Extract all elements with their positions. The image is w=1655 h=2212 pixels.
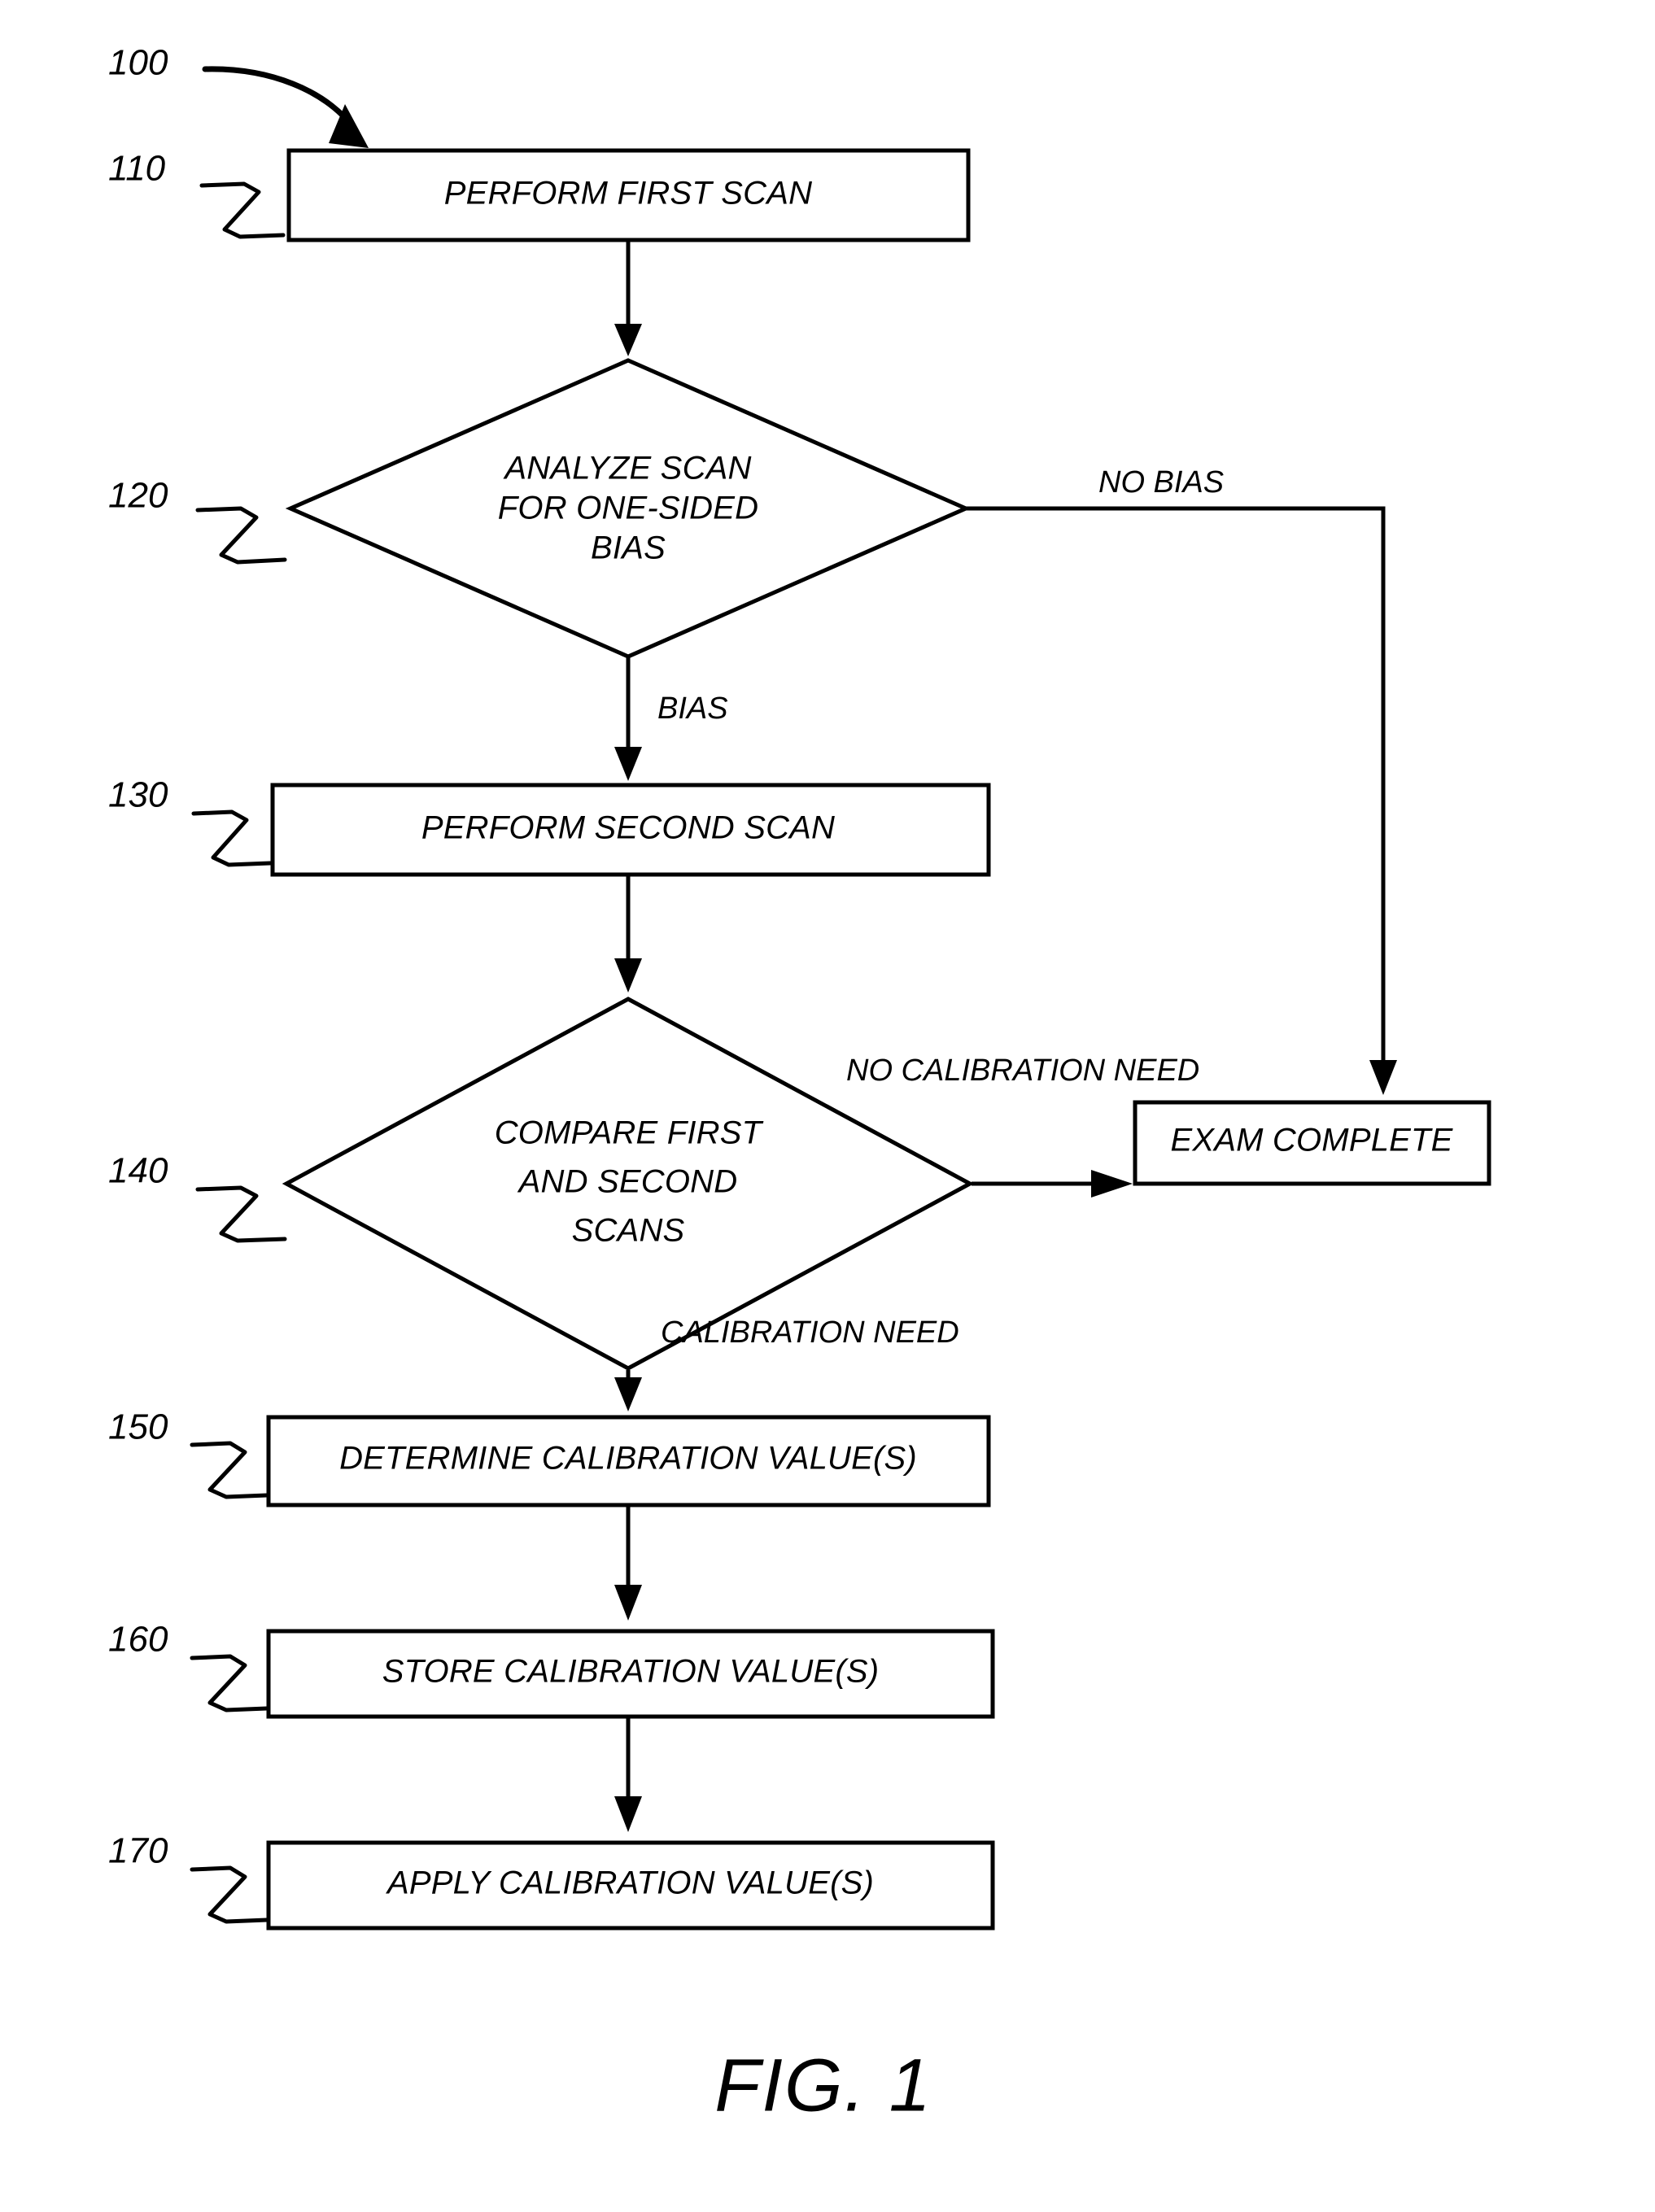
decision-140-label-line-2: AND SECOND (517, 1164, 738, 1200)
patent-figure-page: 100 110 PERFORM FIRST SCAN 120 ANALYZE S… (0, 0, 1655, 2212)
process-box-160-label: STORE CALIBRATION VALUE(S) (382, 1654, 880, 1690)
process-box-150-label: DETERMINE CALIBRATION VALUE(S) (339, 1441, 917, 1477)
decision-120-label-line-3: BIAS (591, 530, 666, 566)
connector-calibration-need-arrowhead (614, 1377, 642, 1411)
ref-150-leader (190, 1441, 269, 1499)
connector-no-bias-arrowhead (1369, 1060, 1397, 1095)
process-box-110-label: PERFORM FIRST SCAN (444, 176, 813, 212)
connector-130-to-140 (614, 876, 642, 993)
branch-bias: BIAS (614, 657, 728, 781)
ref-140-leader (195, 1185, 287, 1243)
node-130-group: 130 PERFORM SECOND SCAN (108, 775, 991, 877)
connector-150-160-arrowhead (614, 1585, 642, 1621)
ref-170-leader (190, 1865, 269, 1924)
branch-no-bias: NO BIAS (966, 465, 1397, 1095)
ref-number-140: 140 (108, 1151, 168, 1191)
edge-label-no-calibration-need: NO CALIBRATION NEED (846, 1054, 1199, 1088)
node-150-group: 150 DETERMINE CALIBRATION VALUE(S) (108, 1407, 991, 1507)
node-110-group: 110 PERFORM FIRST SCAN (108, 148, 971, 242)
decision-120-label-line-2: FOR ONE-SIDED (498, 491, 758, 526)
ref-120-leader (195, 506, 287, 565)
connector-160-170-arrowhead (614, 1796, 642, 1832)
ref-160-leader (190, 1654, 269, 1712)
connector-no-calibration-arrowhead (1091, 1170, 1133, 1198)
edge-label-calibration-need: CALIBRATION NEED (661, 1315, 959, 1350)
ref-number-150: 150 (108, 1407, 168, 1447)
ref-130-leader (191, 809, 273, 867)
edge-label-bias: BIAS (657, 692, 728, 726)
ref-number-110: 110 (108, 149, 166, 189)
connector-160-to-170 (614, 1718, 642, 1832)
process-box-170-label: APPLY CALIBRATION VALUE(S) (386, 1865, 874, 1901)
decision-140-label-line-3: SCANS (572, 1213, 685, 1249)
connector-bias-arrowhead (614, 747, 642, 781)
decision-140-label-line-1: COMPARE FIRST (495, 1115, 764, 1151)
ref-100-leader-curve (202, 66, 359, 133)
ref-number-160: 160 (108, 1620, 168, 1660)
connector-130-140-arrowhead (614, 958, 642, 993)
process-box-130-label: PERFORM SECOND SCAN (421, 810, 835, 846)
flowchart-canvas: 100 110 PERFORM FIRST SCAN 120 ANALYZE S… (108, 43, 1491, 2127)
diagram-ref-100-group: 100 (108, 43, 369, 148)
node-exam-complete-group: EXAM COMPLETE (1133, 1100, 1491, 1186)
branch-calibration-need: CALIBRATION NEED (614, 1315, 959, 1411)
ref-number-120: 120 (108, 476, 168, 516)
node-140-group: 140 COMPARE FIRST AND SECOND SCANS (108, 997, 975, 1371)
connector-no-bias-path (966, 506, 1386, 1066)
figure-caption: FIG. 1 (714, 2044, 932, 2127)
node-160-group: 160 STORE CALIBRATION VALUE(S) (108, 1620, 995, 1719)
ref-number-170: 170 (108, 1831, 168, 1871)
node-170-group: 170 APPLY CALIBRATION VALUE(S) (108, 1831, 995, 1931)
ref-number-100: 100 (108, 43, 168, 83)
connector-110-to-120 (614, 242, 642, 356)
ref-110-leader (199, 181, 286, 239)
connector-110-120-arrowhead (614, 324, 642, 356)
node-120-group: 120 ANALYZE SCAN FOR ONE-SIDED BIAS (108, 358, 972, 659)
decision-120-label-line-1: ANALYZE SCAN (503, 451, 751, 486)
edge-label-no-bias: NO BIAS (1098, 465, 1224, 500)
ref-number-130: 130 (108, 775, 168, 815)
terminal-box-exam-complete-label: EXAM COMPLETE (1170, 1123, 1453, 1158)
connector-150-to-160 (614, 1507, 642, 1621)
